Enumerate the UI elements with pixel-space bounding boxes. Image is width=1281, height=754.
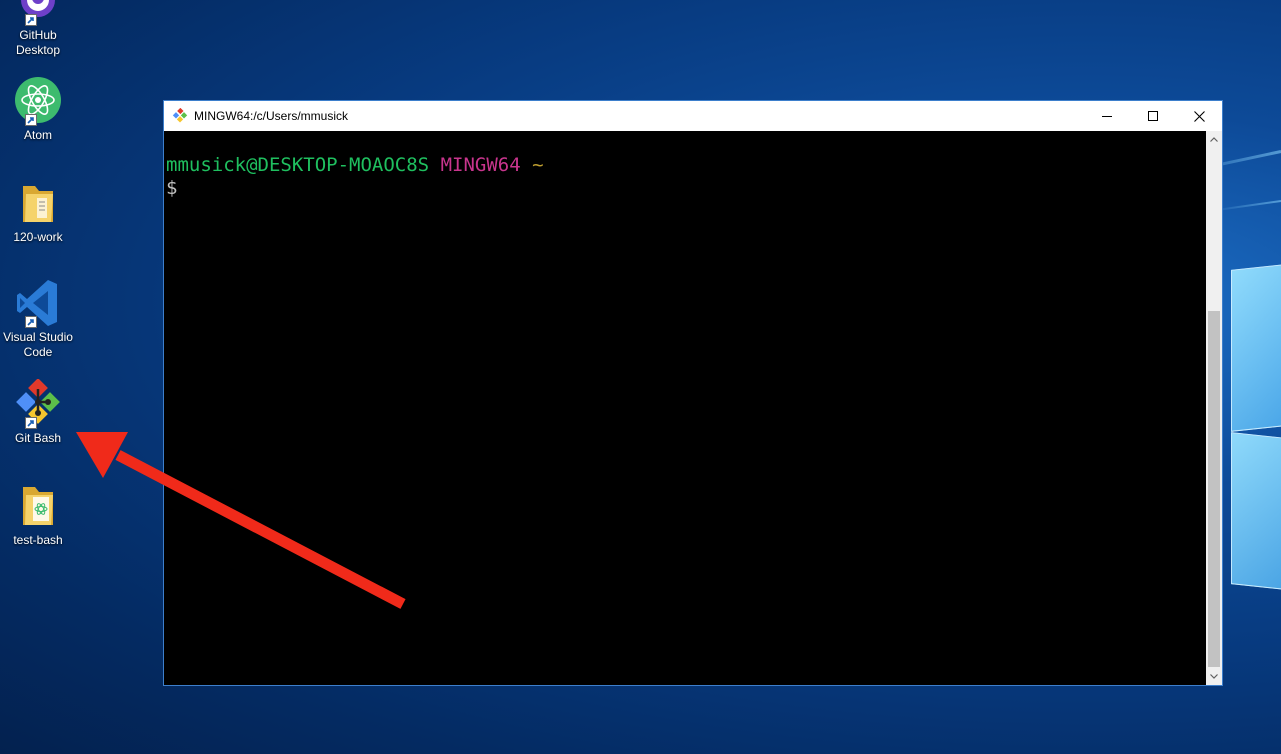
desktop-icon-atom[interactable]: Atom: [0, 76, 76, 143]
github-desktop-icon: [13, 0, 63, 26]
close-button[interactable]: [1176, 101, 1222, 131]
shortcut-arrow-icon: [25, 14, 37, 26]
vscode-icon: [13, 278, 63, 328]
desktop-icon-git-bash[interactable]: Git Bash: [0, 378, 76, 446]
git-bash-app-icon: [172, 108, 188, 123]
shortcut-arrow-icon: [25, 316, 37, 328]
title-bar[interactable]: MINGW64:/c/Users/mmusick: [164, 101, 1222, 131]
minimize-icon: [1102, 116, 1112, 117]
scrollbar-thumb[interactable]: [1208, 311, 1220, 667]
chevron-down-icon: [1210, 674, 1218, 679]
desktop-icon-label: 120-work: [13, 230, 63, 244]
vertical-scrollbar[interactable]: [1206, 131, 1222, 685]
prompt-path: ~: [532, 154, 544, 176]
maximize-button[interactable]: [1130, 101, 1176, 131]
desktop-icon-label: Visual Studio Code: [3, 330, 73, 359]
prompt-user-host: mmusick@DESKTOP-MOAOC8S: [166, 154, 430, 176]
close-icon: [1193, 110, 1205, 122]
desktop-icon-label: GitHub Desktop: [15, 28, 61, 57]
terminal-output[interactable]: mmusick@DESKTOP-MOAOC8S MINGW64 ~ $: [164, 131, 1206, 685]
desktop-icon-label: Atom: [23, 128, 52, 142]
shortcut-arrow-icon: [25, 417, 37, 429]
chevron-up-icon: [1210, 137, 1218, 142]
git-bash-icon: [13, 378, 63, 429]
maximize-icon: [1148, 111, 1158, 121]
window-title: MINGW64:/c/Users/mmusick: [194, 109, 349, 123]
folder-icon: [13, 481, 63, 531]
input-line[interactable]: $: [166, 177, 1206, 200]
folder-icon: [13, 178, 63, 228]
desktop-icon-label: test-bash: [13, 533, 63, 547]
scroll-down-button[interactable]: [1206, 668, 1222, 685]
git-bash-window[interactable]: MINGW64:/c/Users/mmusick mmusick@DESKTOP…: [163, 100, 1223, 686]
prompt-line: mmusick@DESKTOP-MOAOC8S MINGW64 ~: [166, 154, 1206, 177]
desktop-icon-github-desktop[interactable]: GitHub Desktop: [0, 0, 76, 58]
atom-icon: [13, 76, 63, 126]
window-controls: [1084, 101, 1222, 131]
desktop-icon-label: Git Bash: [14, 431, 62, 445]
scroll-up-button[interactable]: [1206, 131, 1222, 148]
desktop-icon-visual-studio-code[interactable]: Visual Studio Code: [0, 278, 76, 360]
prompt-env: MINGW64: [440, 154, 521, 176]
desktop-icon-test-bash[interactable]: test-bash: [0, 481, 76, 548]
minimize-button[interactable]: [1084, 101, 1130, 131]
prompt-symbol: $: [166, 177, 178, 199]
shortcut-arrow-icon: [25, 114, 37, 126]
desktop-icon-120-work[interactable]: 120-work: [0, 178, 76, 245]
